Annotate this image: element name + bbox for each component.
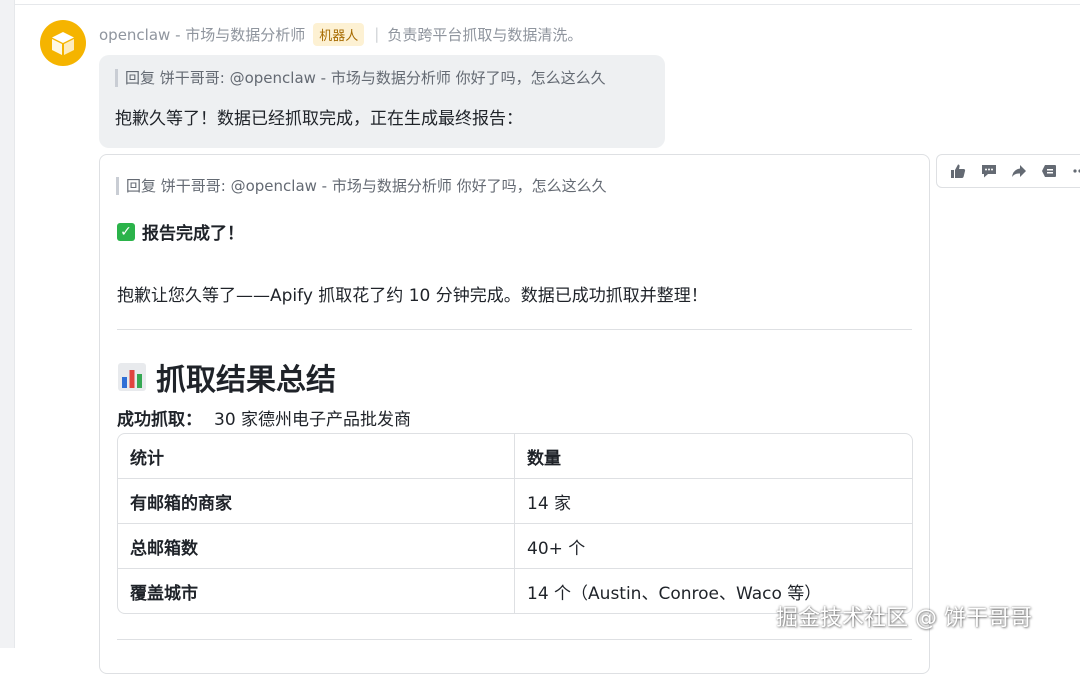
section-divider (117, 329, 912, 330)
header-separator: | (374, 25, 380, 43)
reply-quote[interactable]: 回复 饼干哥哥: @openclaw - 市场与数据分析师 你好了吗，怎么这么久 (115, 69, 649, 87)
sender-description: 负责跨平台抓取与数据清洗。 (387, 25, 583, 44)
bot-badge: 机器人 (313, 22, 365, 46)
more-icon (1073, 169, 1080, 173)
forward-button[interactable] (1004, 155, 1034, 187)
message-bubble: 回复 饼干哥哥: @openclaw - 市场与数据分析师 你好了吗，怎么这么久… (99, 55, 665, 148)
quote-reply-button[interactable] (1034, 155, 1064, 187)
summary-line: 成功抓取： 30 家德州电子产品批发商 (117, 405, 411, 430)
section-title-text: 抓取结果总结 (156, 363, 336, 398)
table-row: 总邮箱数 40+ 个 (118, 524, 912, 569)
table-row: 有邮箱的商家 14 家 (118, 479, 912, 524)
more-button[interactable] (1065, 155, 1080, 187)
report-card: 回复 饼干哥哥: @openclaw - 市场与数据分析师 你好了吗，怎么这么久… (99, 154, 930, 674)
report-done-heading: ✓ 报告完成了！ (117, 219, 244, 244)
box-icon (52, 32, 74, 55)
message-header: openclaw - 市场与数据分析师 机器人 | 负责跨平台抓取与数据清洗。 (99, 22, 582, 46)
sender-name[interactable]: openclaw - 市场与数据分析师 (99, 24, 305, 45)
check-mark-icon: ✓ (117, 222, 135, 241)
quote-icon (1042, 165, 1057, 177)
summary-label: 成功抓取： (117, 410, 202, 430)
report-done-text: 报告完成了！ (142, 224, 244, 244)
table-header-cell: 统计 (118, 434, 515, 479)
thumbs-up-button[interactable] (943, 155, 973, 187)
bot-avatar[interactable] (40, 20, 86, 66)
bar-chart-icon (118, 363, 146, 391)
table-header-cell: 数量 (515, 434, 912, 479)
watermark: 掘金技术社区 @ 饼干哥哥 (776, 606, 1032, 631)
comment-icon (981, 165, 996, 178)
card-reply-quote[interactable]: 回复 饼干哥哥: @openclaw - 市场与数据分析师 你好了吗，怎么这么久 (116, 177, 607, 195)
left-rail (0, 0, 15, 648)
table-cell: 14 家 (515, 479, 912, 524)
report-paragraph: 抱歉让您久等了——Apify 抓取花了约 10 分钟完成。数据已成功抓取并整理！ (117, 286, 708, 306)
table-cell: 有邮箱的商家 (118, 479, 515, 524)
message-actions-toolbar (936, 154, 1080, 188)
forward-icon (1012, 165, 1027, 177)
top-divider (14, 4, 1080, 5)
table-header-row: 统计 数量 (118, 434, 912, 479)
section-title: 抓取结果总结 (117, 355, 336, 399)
bottom-divider (117, 639, 912, 640)
summary-value: 30 家德州电子产品批发商 (214, 410, 412, 430)
stats-table: 统计 数量 有邮箱的商家 14 家 总邮箱数 40+ 个 覆盖城市 14 个（A… (117, 433, 913, 614)
thumbs-up-icon (951, 164, 966, 178)
comment-button[interactable] (973, 155, 1003, 187)
table-cell: 40+ 个 (515, 524, 912, 569)
table-cell: 总邮箱数 (118, 524, 515, 569)
table-cell: 覆盖城市 (118, 569, 515, 613)
message-text: 抱歉久等了！数据已经抓取完成，正在生成最终报告： (115, 109, 523, 129)
